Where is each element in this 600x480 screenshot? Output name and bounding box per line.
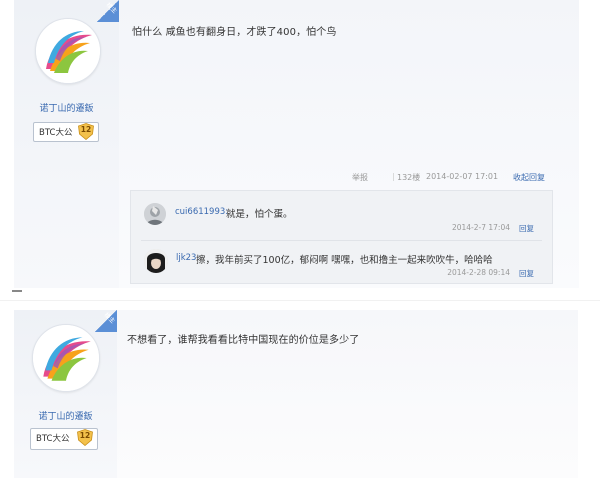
colorful-swirl-icon [33,325,99,391]
level-number: 12 [79,431,91,440]
sub-reply-item: ljk23: 擦，我年前买了100亿，郁闷啊 嘿嘿，也和撸主一起来吹吹牛，哈哈哈… [141,240,542,281]
post-content: 不想看了，谁帮我看看比特中国现在的价位是多少了 [117,310,578,478]
level-badge[interactable]: BTC大公 12 [33,122,99,142]
user-avatar-icon[interactable] [144,249,168,273]
sub-reply-time: 2014-2-7 17:04 [451,223,510,232]
post-floor-132: 楼主 诺丁山的遷鈑 BTC大公 12 怕什么 咸鱼也有翻身日，才跌了400，怕个… [0,0,600,296]
sub-reply-time: 2014-2-28 09:14 [447,268,510,277]
author-panel: 楼主 诺丁山的遷鈑 BTC大公 12 [14,0,119,288]
sub-reply-item: cui6611993: 就是，怕个蛋。 2014-2-7 17:04 回复 [141,198,542,238]
op-badge: 楼主 [95,310,117,332]
shield-level-icon: 12 [78,123,94,141]
sub-reply-text: 就是，怕个蛋。 [226,209,293,220]
post-text: 怕什么 咸鱼也有翻身日，才跌了400，怕个鸟 [132,27,337,38]
divider-mark [12,290,22,292]
report-link[interactable]: 举报 [352,172,368,183]
sub-reply-button[interactable]: 回复 [519,268,534,279]
level-badge[interactable]: BTC大公 12 [30,428,98,450]
sub-reply-panel: cui6611993: 就是，怕个蛋。 2014-2-7 17:04 回复 lj… [130,190,553,284]
op-badge: 楼主 [97,0,119,22]
post-text: 不想看了，谁帮我看看比特中国现在的价位是多少了 [127,335,360,346]
op-badge-label: 楼主 [102,311,117,325]
user-avatar-icon[interactable] [144,203,166,225]
meta-separator: | [392,172,395,181]
post-divider [0,300,600,301]
post-time: 2014-02-07 17:01 [426,172,499,181]
level-title: BTC大公 [36,434,70,444]
post-floor: 楼主 诺丁山的遷鈑 BTC大公 12 不想看了，谁帮我看看比特中国现在的价位是多… [0,310,578,480]
sub-reply-button[interactable]: 回复 [519,223,534,234]
level-number: 12 [80,125,92,134]
floor-number: 132楼 [397,173,421,182]
sub-reply-text: 擦，我年前买了100亿，郁闷啊 嘿嘿，也和撸主一起来吹吹牛，哈哈哈 [196,255,493,266]
op-badge-label: 楼主 [104,1,119,15]
avatar[interactable] [35,18,101,84]
collapse-replies-link[interactable]: 收起回复 [513,172,545,183]
author-panel: 楼主 诺丁山的遷鈑 BTC大公 12 [14,310,117,478]
author-username[interactable]: 诺丁山的遷鈑 [14,409,117,422]
avatar[interactable] [32,324,100,392]
author-username[interactable]: 诺丁山的遷鈑 [14,101,119,114]
colorful-swirl-icon [36,19,100,83]
level-title: BTC大公 [39,128,73,138]
shield-level-icon: 12 [77,429,93,447]
sub-reply-username[interactable]: cui6611993: [175,207,228,217]
